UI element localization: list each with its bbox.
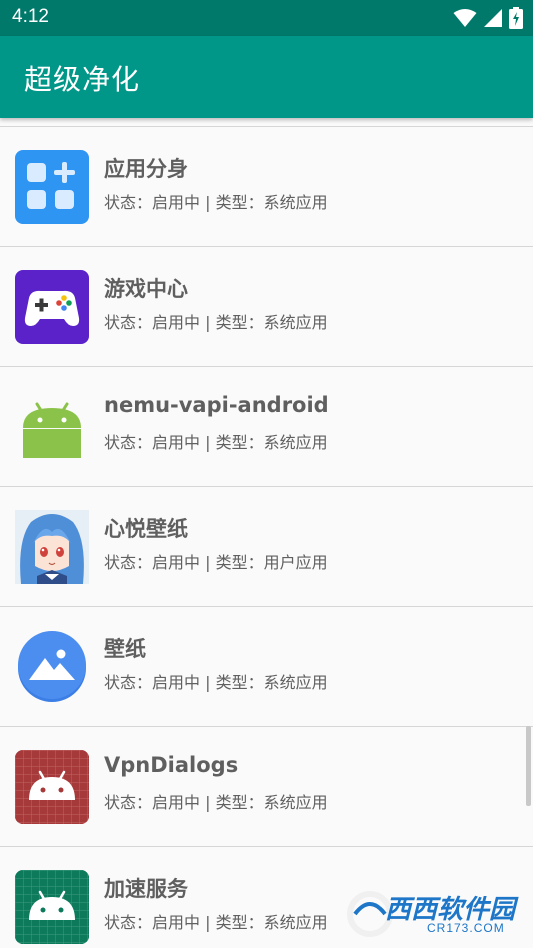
android-icon bbox=[15, 390, 89, 464]
app-status: 状态：启用中 | 类型：系统应用 bbox=[104, 673, 328, 692]
android-red-icon bbox=[15, 750, 89, 824]
status-icons bbox=[453, 6, 523, 30]
app-status: 状态：启用中 | 类型：系统应用 bbox=[104, 433, 328, 452]
list-item[interactable]: 应用分身 状态：启用中 | 类型：系统应用 bbox=[0, 127, 533, 247]
app-status: 状态：启用中 | 类型：系统应用 bbox=[104, 313, 328, 332]
list-item[interactable]: nemu-vapi-android 状态：启用中 | 类型：系统应用 bbox=[0, 367, 533, 487]
app-status: 状态：启用中 | 类型：系统应用 bbox=[104, 793, 328, 812]
signal-icon bbox=[484, 9, 502, 27]
app-name: nemu-vapi-android bbox=[104, 393, 329, 417]
app-status: 状态：启用中 | 类型：系统应用 bbox=[104, 913, 328, 932]
watermark-logo: 西西软件园 CR173.COM bbox=[345, 885, 530, 943]
battery-icon bbox=[509, 7, 523, 29]
app-clone-icon bbox=[15, 150, 89, 224]
list-item[interactable]: 心悦壁纸 状态：启用中 | 类型：用户应用 bbox=[0, 487, 533, 607]
list-item[interactable]: VpnDialogs 状态：启用中 | 类型：系统应用 bbox=[0, 727, 533, 847]
app-name: 加速服务 bbox=[104, 877, 188, 901]
scrollbar[interactable] bbox=[526, 726, 531, 806]
status-bar: 4:12 bbox=[0, 0, 533, 36]
list-item[interactable]: 壁纸 状态：启用中 | 类型：系统应用 bbox=[0, 607, 533, 727]
wallpaper-icon bbox=[15, 630, 89, 704]
status-time: 4:12 bbox=[12, 6, 49, 27]
app-name: 游戏中心 bbox=[104, 277, 188, 301]
app-name: VpnDialogs bbox=[104, 753, 239, 777]
app-name: 应用分身 bbox=[104, 157, 188, 181]
app-name: 心悦壁纸 bbox=[104, 517, 188, 541]
watermark-sub: CR173.COM bbox=[427, 921, 505, 935]
page-title: 超级净化 bbox=[24, 63, 141, 96]
app-status: 状态：启用中 | 类型：系统应用 bbox=[104, 193, 328, 212]
app-status: 状态：启用中 | 类型：用户应用 bbox=[104, 553, 328, 572]
anime-girl-icon bbox=[15, 510, 89, 584]
app-name: 壁纸 bbox=[104, 637, 146, 661]
app-bar: 超级净化 bbox=[0, 36, 533, 118]
list-item[interactable]: 游戏中心 状态：启用中 | 类型：系统应用 bbox=[0, 247, 533, 367]
gamepad-icon bbox=[15, 270, 89, 344]
android-green-icon bbox=[15, 870, 89, 944]
wifi-icon bbox=[453, 9, 477, 27]
app-list[interactable]: 应用分身 状态：启用中 | 类型：系统应用 游戏中心 状态：启用中 | 类型：系… bbox=[0, 118, 533, 948]
